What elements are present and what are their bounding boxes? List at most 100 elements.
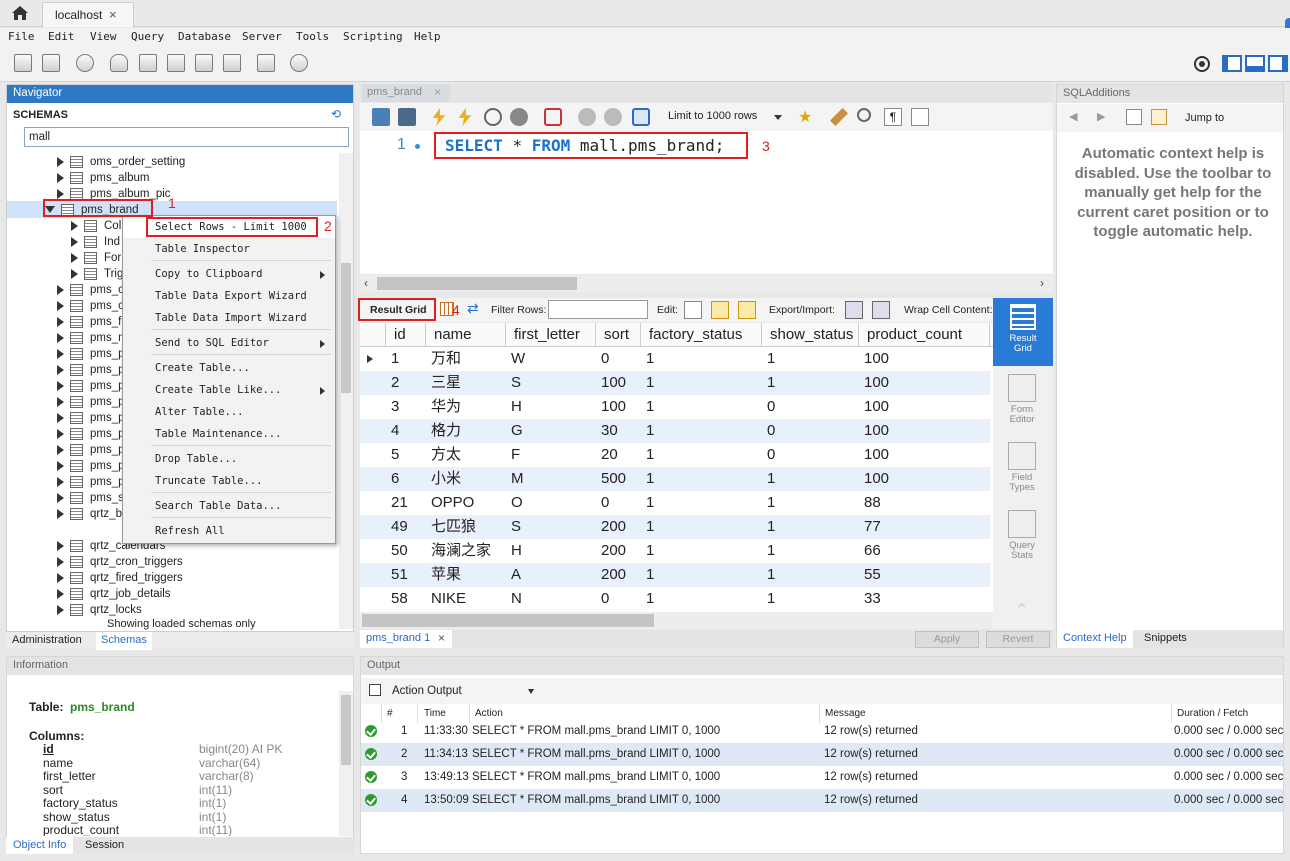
context-menu-item[interactable]: Refresh All: [123, 520, 335, 542]
grid-cell[interactable]: 1: [767, 347, 775, 371]
form-editor-side-button[interactable]: Form Editor: [993, 374, 1051, 425]
connection-tab[interactable]: localhost ×: [42, 2, 134, 27]
grid-cell[interactable]: N: [511, 587, 522, 611]
navigator-scrollbar[interactable]: [339, 153, 353, 629]
expand-icon[interactable]: [57, 412, 64, 423]
expand-icon[interactable]: [57, 508, 64, 519]
toggle-error-icon[interactable]: [544, 108, 562, 126]
info-scrollbar[interactable]: [339, 691, 353, 836]
tree-item-table[interactable]: pms_pr: [57, 474, 128, 490]
tree-item-oms-order-setting[interactable]: oms_order_setting: [57, 154, 185, 170]
context-menu-item[interactable]: Drop Table...: [123, 448, 335, 470]
context-menu-item[interactable]: Table Data Import Wizard: [123, 307, 335, 329]
menu-help[interactable]: Help: [414, 30, 441, 43]
grid-cell[interactable]: 1: [767, 467, 775, 491]
grid-cell[interactable]: 100: [864, 443, 889, 467]
tab-schemas[interactable]: Schemas: [96, 632, 152, 650]
toggle-sidebar-icon[interactable]: [1222, 55, 1242, 72]
grid-cell[interactable]: NIKE: [431, 587, 466, 611]
table-row[interactable]: 6 小米 M 500 1 1 100: [360, 467, 990, 491]
table-row[interactable]: 2 三星 S 100 1 1 100: [360, 371, 990, 395]
close-tab-icon[interactable]: ×: [109, 7, 117, 22]
tree-item-table[interactable]: pms_pr: [57, 426, 128, 442]
grid-cell[interactable]: 66: [864, 539, 881, 563]
grid-cell[interactable]: G: [511, 419, 523, 443]
grid-cell[interactable]: 1: [767, 563, 775, 587]
grid-cell[interactable]: 49: [391, 515, 408, 539]
grid-cell[interactable]: 100: [864, 419, 889, 443]
grid-cell[interactable]: 华为: [431, 395, 461, 419]
field-types-side-button[interactable]: Field Types: [993, 442, 1051, 493]
grid-cell[interactable]: 88: [864, 491, 881, 515]
grid-cell[interactable]: H: [511, 395, 522, 419]
tab-snippets[interactable]: Snippets: [1144, 632, 1187, 644]
rollback-icon[interactable]: [604, 108, 622, 126]
table-row[interactable]: 50 海澜之家 H 200 1 1 66: [360, 539, 990, 563]
scroll-left-icon[interactable]: ‹: [364, 276, 368, 290]
context-help-icon[interactable]: [1126, 109, 1142, 125]
grid-cell[interactable]: 0: [767, 443, 775, 467]
grid-cell[interactable]: 100: [864, 395, 889, 419]
create-procedure-icon[interactable]: [195, 54, 213, 72]
bookmark-star-icon[interactable]: ★: [798, 107, 812, 127]
menu-tools[interactable]: Tools: [296, 30, 329, 43]
create-function-icon[interactable]: [223, 54, 241, 72]
grid-column-header[interactable]: sort: [596, 323, 641, 347]
tree-item-qrtz-locks[interactable]: qrtz_locks: [57, 602, 142, 618]
grid-cell[interactable]: 21: [391, 491, 408, 515]
tree-child-columns[interactable]: Col: [71, 218, 121, 234]
grid-cell[interactable]: 0: [601, 491, 609, 515]
save-icon[interactable]: [398, 108, 416, 126]
context-menu-item[interactable]: Truncate Table...: [123, 470, 335, 492]
grid-cell[interactable]: 1: [767, 491, 775, 515]
grid-cell[interactable]: 33: [864, 587, 881, 611]
grid-cell[interactable]: A: [511, 563, 521, 587]
expand-icon[interactable]: [57, 284, 64, 295]
grid-cell[interactable]: 1: [767, 371, 775, 395]
context-menu-item[interactable]: Table Inspector: [123, 238, 335, 260]
grid-column-header[interactable]: factory_status: [641, 323, 762, 347]
tab-session[interactable]: Session: [85, 839, 124, 851]
grid-cell[interactable]: 58: [391, 587, 408, 611]
scroll-right-icon[interactable]: ›: [1040, 276, 1044, 290]
output-type-select[interactable]: Action Output: [387, 681, 539, 701]
grid-cell[interactable]: 1: [767, 587, 775, 611]
settings-gear-icon[interactable]: [1193, 55, 1211, 73]
tree-item-pms-album[interactable]: pms_album: [57, 170, 149, 186]
search-table-data-icon[interactable]: [257, 54, 275, 72]
expand-icon[interactable]: [57, 348, 64, 359]
close-result-tab-icon[interactable]: ×: [438, 631, 445, 645]
tree-child-triggers[interactable]: Trig: [71, 266, 123, 282]
grid-cell[interactable]: 6: [391, 467, 399, 491]
context-menu-item[interactable]: Create Table Like...: [123, 379, 335, 401]
expand-icon[interactable]: [57, 428, 64, 439]
filter-rows-input[interactable]: [548, 300, 648, 319]
execute-current-icon[interactable]: [458, 108, 472, 126]
tree-item-table[interactable]: pms_pr: [57, 442, 128, 458]
grid-cell[interactable]: 30: [601, 419, 618, 443]
explain-icon[interactable]: [484, 108, 502, 126]
tab-context-help[interactable]: Context Help: [1057, 630, 1133, 648]
table-row[interactable]: 1 万和 W 0 1 1 100: [360, 347, 990, 371]
grid-cell[interactable]: 1: [646, 371, 654, 395]
grid-cell[interactable]: 1: [646, 443, 654, 467]
table-row[interactable]: 58 NIKE N 0 1 1 33: [360, 587, 990, 611]
tree-item-qrtz-fired-triggers[interactable]: qrtz_fired_triggers: [57, 570, 183, 586]
auto-help-icon[interactable]: [1151, 109, 1167, 125]
tree-item-table[interactable]: pms_pr: [57, 410, 128, 426]
menu-edit[interactable]: Edit: [48, 30, 75, 43]
insert-row-icon[interactable]: [711, 301, 729, 319]
toggle-secondary-sidebar-icon[interactable]: [1268, 55, 1288, 72]
grid-cell[interactable]: 100: [864, 371, 889, 395]
open-sql-script-icon[interactable]: [42, 54, 60, 72]
grid-cell[interactable]: 方太: [431, 443, 461, 467]
expand-icon[interactable]: [57, 364, 64, 375]
expand-icon[interactable]: [57, 444, 64, 455]
menu-query[interactable]: Query: [131, 30, 164, 43]
schema-filter-input[interactable]: mall: [24, 127, 349, 147]
grid-cell[interactable]: 1: [646, 587, 654, 611]
grid-hscrollbar[interactable]: [360, 612, 993, 629]
grid-cell[interactable]: 1: [767, 515, 775, 539]
reconnect-icon[interactable]: [290, 54, 308, 72]
grid-column-header[interactable]: id: [386, 323, 426, 347]
